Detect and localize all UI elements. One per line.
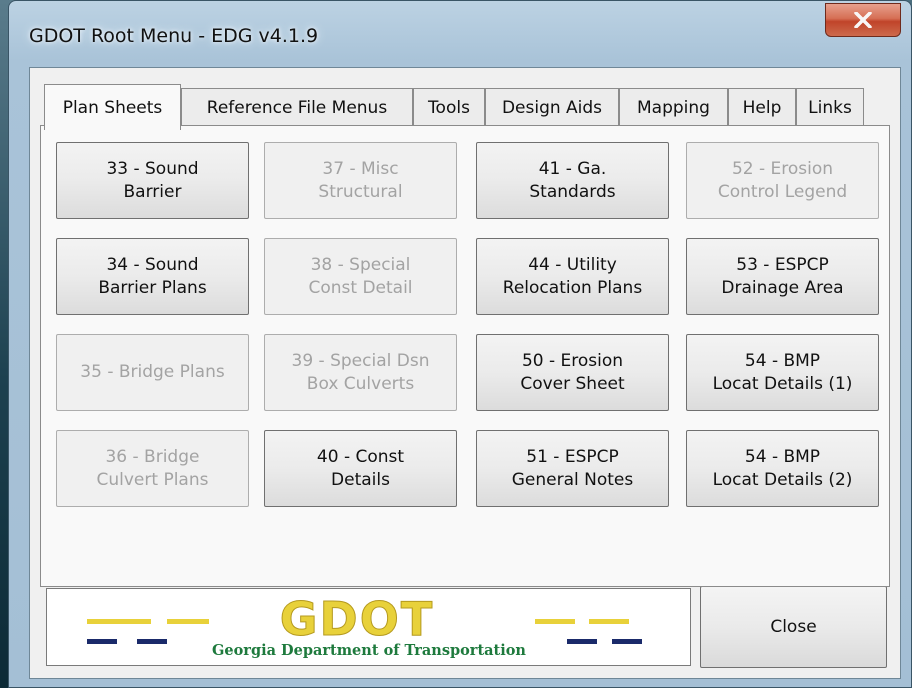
tab-reference-file-menus[interactable]: Reference File Menus xyxy=(181,88,413,126)
plan-button-33-sound-barrier[interactable]: 33 - Sound Barrier xyxy=(56,142,249,219)
tab-design-aids[interactable]: Design Aids xyxy=(485,88,619,126)
window-title: GDOT Root Menu - EDG v4.1.9 xyxy=(29,25,319,47)
gdot-logo: GDOT Georgia Department of Transportatio… xyxy=(87,592,642,659)
logo-caption: Georgia Department of Transportation xyxy=(212,642,526,659)
client-area: Plan Sheets Reference File Menus Tools D… xyxy=(29,67,901,679)
window-close-button[interactable] xyxy=(825,3,901,37)
close-button[interactable]: Close xyxy=(700,586,887,668)
dialog-window: GDOT Root Menu - EDG v4.1.9 Plan Sheets … xyxy=(8,0,912,688)
tab-links[interactable]: Links xyxy=(796,88,864,126)
tab-mapping[interactable]: Mapping xyxy=(619,88,728,126)
plan-button-53-espcp-drainage-area[interactable]: 53 - ESPCP Drainage Area xyxy=(686,238,879,315)
plan-button-40-const-details[interactable]: 40 - Const Details xyxy=(264,430,457,507)
plan-button-50-erosion-cover-sheet[interactable]: 50 - Erosion Cover Sheet xyxy=(476,334,669,411)
gdot-logo-frame: GDOT Georgia Department of Transportatio… xyxy=(46,588,691,666)
plan-button-54-bmp-locat-details-1[interactable]: 54 - BMP Locat Details (1) xyxy=(686,334,879,411)
tab-plan-sheets[interactable]: Plan Sheets xyxy=(44,84,181,130)
logo-wordmark: GDOT xyxy=(280,592,434,646)
tab-tools[interactable]: Tools xyxy=(413,88,485,126)
plan-button-41-ga-standards[interactable]: 41 - Ga. Standards xyxy=(476,142,669,219)
close-icon xyxy=(854,12,872,28)
plan-button-36-bridge-culvert-plans: 36 - Bridge Culvert Plans xyxy=(56,430,249,507)
plan-button-38-special-const-detail: 38 - Special Const Detail xyxy=(264,238,457,315)
plan-button-52-erosion-control-legend: 52 - Erosion Control Legend xyxy=(686,142,879,219)
title-bar[interactable]: GDOT Root Menu - EDG v4.1.9 xyxy=(9,1,911,67)
plan-button-51-espcp-general-notes[interactable]: 51 - ESPCP General Notes xyxy=(476,430,669,507)
plan-sheets-panel: 33 - Sound Barrier 37 - Misc Structural … xyxy=(40,125,890,587)
plan-button-34-sound-barrier-plans[interactable]: 34 - Sound Barrier Plans xyxy=(56,238,249,315)
tab-help[interactable]: Help xyxy=(728,88,796,126)
plan-button-37-misc-structural: 37 - Misc Structural xyxy=(264,142,457,219)
plan-button-39-special-dsn-box-culverts: 39 - Special Dsn Box Culverts xyxy=(264,334,457,411)
plan-button-44-utility-relocation-plans[interactable]: 44 - Utility Relocation Plans xyxy=(476,238,669,315)
plan-button-35-bridge-plans: 35 - Bridge Plans xyxy=(56,334,249,411)
plan-button-54-bmp-locat-details-2[interactable]: 54 - BMP Locat Details (2) xyxy=(686,430,879,507)
